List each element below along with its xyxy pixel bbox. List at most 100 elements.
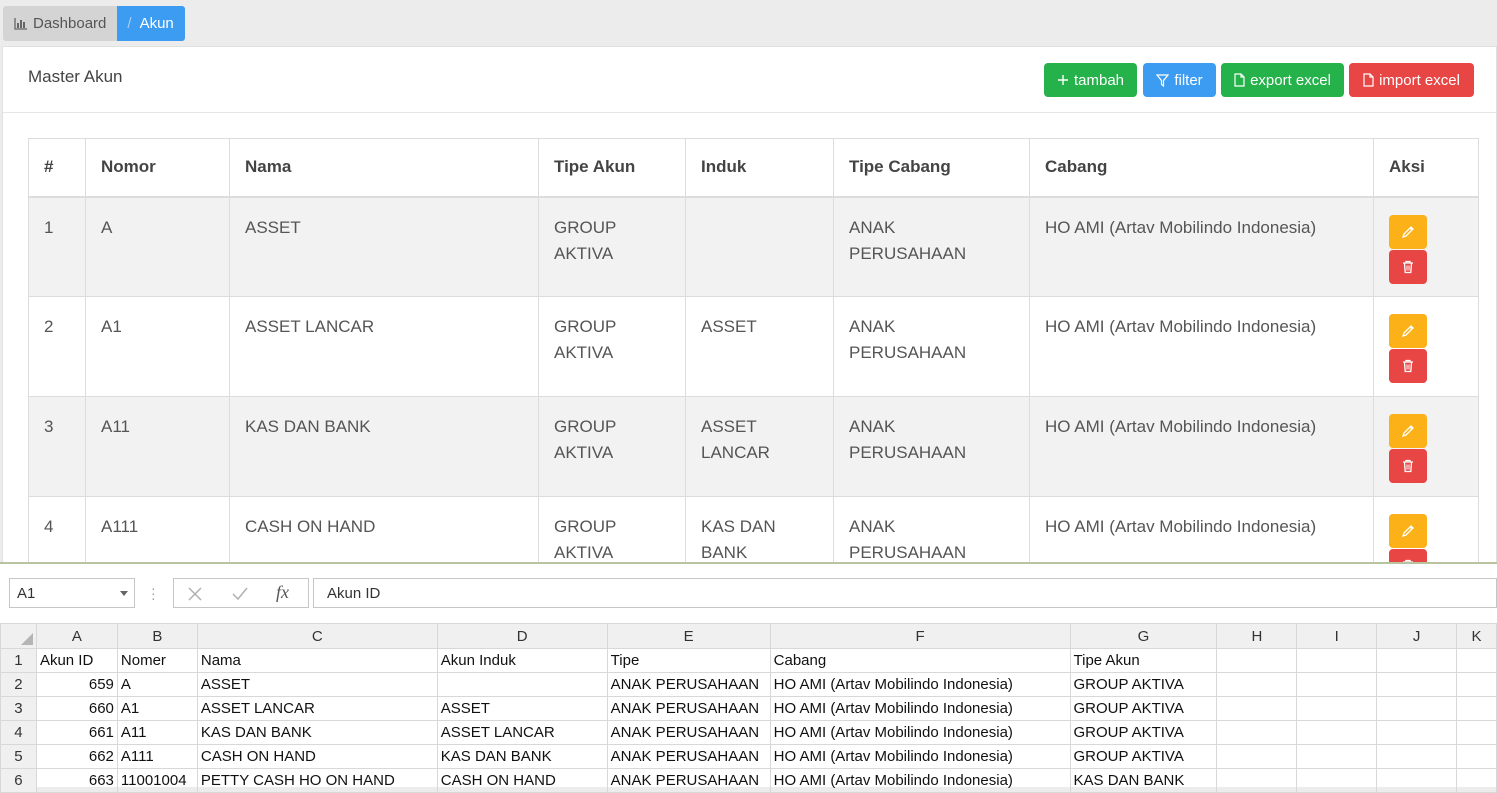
sheet-cell[interactable] xyxy=(436,672,608,697)
column-letter[interactable]: J xyxy=(1376,623,1457,649)
sheet-cell[interactable] xyxy=(1376,720,1457,745)
sheet-cell[interactable] xyxy=(1296,648,1378,673)
sheet-cell[interactable]: 659 xyxy=(35,672,118,697)
sheet-cell[interactable]: ANAK PERUSAHAAN xyxy=(606,672,771,697)
drag-handle-icon[interactable]: · · · xyxy=(151,581,156,605)
sheet-cell[interactable] xyxy=(1455,720,1497,745)
delete-button[interactable] xyxy=(1389,249,1427,284)
column-letter[interactable]: D xyxy=(436,623,608,649)
sheet-cell[interactable]: Akun Induk xyxy=(436,648,608,673)
chevron-down-icon[interactable] xyxy=(120,591,128,596)
edit-button[interactable] xyxy=(1389,214,1427,249)
sheet-cell[interactable] xyxy=(1296,672,1378,697)
sheet-cell[interactable]: Cabang xyxy=(769,648,1071,673)
sheet-cell[interactable]: HO AMI (Artav Mobilindo Indonesia) xyxy=(769,696,1071,721)
confirm-icon[interactable] xyxy=(232,587,248,601)
sheet-cell[interactable]: A1 xyxy=(116,696,198,721)
column-letter[interactable]: C xyxy=(196,623,438,649)
sheet-cell[interactable]: A111 xyxy=(116,744,198,769)
sheet-cell[interactable] xyxy=(1216,768,1298,793)
sheet-cell[interactable] xyxy=(1296,696,1378,721)
edit-button[interactable] xyxy=(1389,514,1427,548)
sheet-cell[interactable]: PETTY CASH HO ON HAND xyxy=(196,768,438,793)
sheet-cell[interactable]: CASH ON HAND xyxy=(196,744,438,769)
sheet-cell[interactable] xyxy=(1296,768,1378,793)
column-letter[interactable]: F xyxy=(769,623,1071,649)
sheet-cell[interactable]: 662 xyxy=(35,744,118,769)
sheet-cell[interactable] xyxy=(1376,744,1457,769)
column-letter[interactable]: E xyxy=(606,623,771,649)
column-header[interactable]: Nomor xyxy=(85,138,230,198)
sheet-cell[interactable]: A xyxy=(116,672,198,697)
sheet-cell[interactable]: 660 xyxy=(35,696,118,721)
sheet-cell[interactable]: GROUP AKTIVA xyxy=(1069,720,1218,745)
sheet-cell[interactable] xyxy=(1216,672,1298,697)
sheet-cell[interactable]: HO AMI (Artav Mobilindo Indonesia) xyxy=(769,672,1071,697)
sheet-cell[interactable] xyxy=(1216,720,1298,745)
column-letter[interactable]: G xyxy=(1069,623,1218,649)
sheet-cell[interactable]: Tipe xyxy=(606,648,771,673)
sheet-cell[interactable] xyxy=(1376,648,1457,673)
sheet-cell[interactable] xyxy=(1455,648,1497,673)
row-number[interactable]: 3 xyxy=(0,696,37,721)
sheet-cell[interactable]: ASSET LANCAR xyxy=(436,720,608,745)
edit-button[interactable] xyxy=(1389,314,1427,348)
add-button[interactable]: tambah xyxy=(1044,63,1137,97)
sheet-cell[interactable] xyxy=(1455,672,1497,697)
sheet-cell[interactable]: Nama xyxy=(196,648,438,673)
sheet-cell[interactable]: GROUP AKTIVA xyxy=(1069,672,1218,697)
column-header[interactable]: # xyxy=(28,138,86,198)
row-number[interactable]: 1 xyxy=(0,648,37,673)
sheet-cell[interactable]: KAS DAN BANK xyxy=(436,744,608,769)
sheet-cell[interactable]: ASSET xyxy=(196,672,438,697)
sheet-cell[interactable]: 11001004 xyxy=(116,768,198,793)
delete-button[interactable] xyxy=(1389,449,1427,483)
row-number[interactable]: 4 xyxy=(0,720,37,745)
sheet-cell[interactable]: ANAK PERUSAHAAN xyxy=(606,744,771,769)
sheet-cell[interactable]: KAS DAN BANK xyxy=(196,720,438,745)
name-box[interactable]: A1 xyxy=(9,578,135,608)
sheet-cell[interactable]: GROUP AKTIVA xyxy=(1069,696,1218,721)
delete-button[interactable] xyxy=(1389,349,1427,383)
sheet-cell[interactable] xyxy=(1216,696,1298,721)
formula-input[interactable]: Akun ID xyxy=(313,578,1497,608)
sheet-cell[interactable] xyxy=(1455,744,1497,769)
edit-button[interactable] xyxy=(1389,414,1427,448)
sheet-cell[interactable] xyxy=(1296,720,1378,745)
row-number[interactable]: 2 xyxy=(0,672,37,697)
column-header[interactable]: Nama xyxy=(229,138,539,198)
function-icon[interactable]: fx xyxy=(276,582,289,603)
cancel-icon[interactable] xyxy=(188,587,202,601)
sheet-cell[interactable] xyxy=(1216,744,1298,769)
column-letter[interactable]: B xyxy=(116,623,198,649)
import-excel-button[interactable]: import excel xyxy=(1349,63,1474,97)
sheet-cell[interactable]: ANAK PERUSAHAAN xyxy=(606,720,771,745)
column-letter[interactable]: H xyxy=(1216,623,1298,649)
sheet-cell[interactable]: CASH ON HAND xyxy=(436,768,608,793)
export-excel-button[interactable]: export excel xyxy=(1221,63,1344,97)
breadcrumb-akun[interactable]: / Akun xyxy=(117,6,185,41)
column-header[interactable]: Tipe Akun xyxy=(538,138,686,198)
filter-button[interactable]: filter xyxy=(1143,63,1216,97)
sheet-cell[interactable] xyxy=(1296,744,1378,769)
sheet-cell[interactable]: HO AMI (Artav Mobilindo Indonesia) xyxy=(769,720,1071,745)
sheet-cell[interactable]: ANAK PERUSAHAAN xyxy=(606,696,771,721)
sheet-cell[interactable]: ASSET xyxy=(436,696,608,721)
sheet-cell[interactable]: ASSET LANCAR xyxy=(196,696,438,721)
row-number[interactable]: 5 xyxy=(0,744,37,769)
column-header[interactable]: Induk xyxy=(685,138,834,198)
delete-button[interactable] xyxy=(1389,549,1427,562)
sheet-cell[interactable]: Akun ID xyxy=(35,648,118,673)
sheet-cell[interactable]: KAS DAN BANK xyxy=(1069,768,1218,793)
sheet-cell[interactable] xyxy=(1376,672,1457,697)
sheet-cell[interactable]: Tipe Akun xyxy=(1069,648,1218,673)
column-letter[interactable]: K xyxy=(1455,623,1497,649)
sheet-cell[interactable] xyxy=(1376,768,1457,793)
sheet-cell[interactable] xyxy=(1376,696,1457,721)
sheet-cell[interactable] xyxy=(1216,648,1298,673)
sheet-cell[interactable]: ANAK PERUSAHAAN xyxy=(606,768,771,793)
sheet-cell[interactable]: 663 xyxy=(35,768,118,793)
row-number[interactable]: 6 xyxy=(0,768,37,793)
sheet-cell[interactable]: GROUP AKTIVA xyxy=(1069,744,1218,769)
column-letter[interactable]: I xyxy=(1296,623,1378,649)
